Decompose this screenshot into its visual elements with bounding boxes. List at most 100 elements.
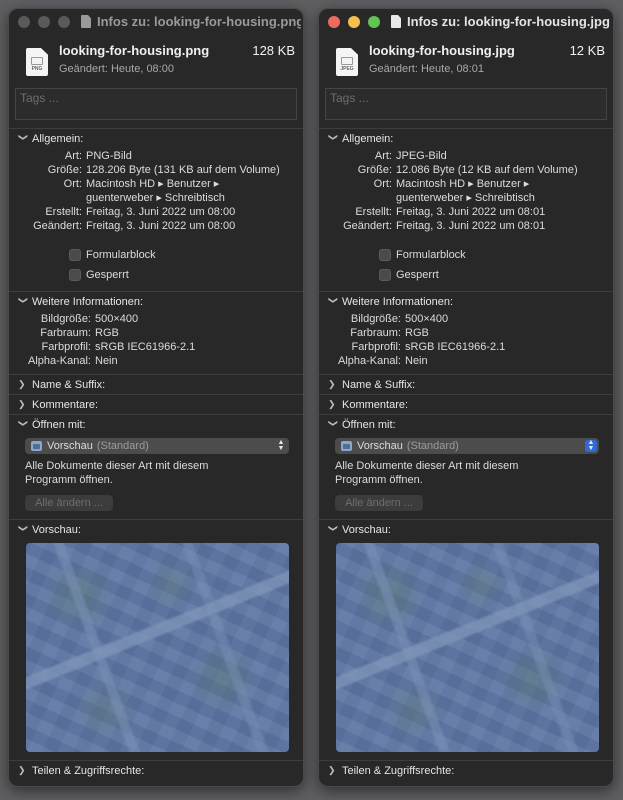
open-with-select[interactable]: Vorschau (Standard) ▲ ▼ xyxy=(25,438,289,454)
preview-app-icon xyxy=(31,441,42,451)
section-preview-toggle[interactable]: ❯ Vorschau: xyxy=(9,520,303,539)
document-icon xyxy=(81,15,91,28)
window-title: Infos zu: looking-for-housing.jpg xyxy=(391,14,611,29)
image-preview xyxy=(336,543,599,752)
value-location: Macintosh HD ▸ Benutzer ▸ xyxy=(86,178,220,190)
value-kind: PNG-Bild xyxy=(86,150,132,162)
open-with-app: Vorschau xyxy=(47,440,93,452)
section-more-info-toggle[interactable]: ❯ Weitere Informationen: xyxy=(9,292,303,311)
value-location: Macintosh HD ▸ Benutzer ▸ xyxy=(396,178,530,190)
section-open-with-title: Öffnen mit: xyxy=(342,418,396,431)
section-general-toggle[interactable]: ❯ Allgemein: xyxy=(319,129,613,148)
value-size: 128.206 Byte (131 KB auf dem Volume) xyxy=(86,164,280,176)
section-sharing-toggle[interactable]: ❯ Teilen & Zugriffsrechte: xyxy=(9,761,303,780)
open-with-description: Alle Dokumente dieser Art mit diesem Pro… xyxy=(335,460,519,486)
value-alpha: Nein xyxy=(405,355,428,367)
section-general-title: Allgemein: xyxy=(32,132,84,145)
zoom-button[interactable] xyxy=(58,16,70,28)
value-modified: Freitag, 3. Juni 2022 um 08:01 xyxy=(396,220,546,232)
minimize-button[interactable] xyxy=(348,16,360,28)
chevron-right-icon: ❯ xyxy=(18,765,26,775)
row-location: Ort: Macintosh HD ▸ Benutzer ▸ xyxy=(9,177,303,191)
locked-label: Gesperrt xyxy=(86,269,129,281)
window-controls xyxy=(18,16,70,28)
more-info: Bildgröße: 500×400 Farbraum: RGB Farbprofi… xyxy=(9,311,303,374)
section-sharing-title: Teilen & Zugriffsrechte: xyxy=(342,764,455,777)
section-preview-title: Vorschau: xyxy=(342,523,391,536)
title-bar[interactable]: Infos zu: looking-for-housing.png xyxy=(9,9,303,35)
section-more-info-toggle[interactable]: ❯ Weitere Informationen: xyxy=(319,292,613,311)
file-modified: Geändert: Heute, 08:01 xyxy=(369,63,484,75)
open-with-select[interactable]: Vorschau (Standard) ▲ ▼ xyxy=(335,438,599,454)
chevron-right-icon: ❯ xyxy=(328,379,336,389)
value-color-space: RGB xyxy=(405,327,429,339)
section-name-suffix-toggle[interactable]: ❯ Name & Suffix: xyxy=(319,375,613,394)
window-title: Infos zu: looking-for-housing.png xyxy=(81,14,301,29)
row-dimensions: Bildgröße: 500×400 xyxy=(9,312,303,326)
section-open-with-toggle[interactable]: ❯ Öffnen mit: xyxy=(319,415,613,434)
window-controls xyxy=(328,16,380,28)
locked-checkbox[interactable] xyxy=(69,269,81,281)
window-title-text: Infos zu: looking-for-housing.jpg xyxy=(407,14,610,29)
stationery-checkbox[interactable] xyxy=(379,249,391,261)
picture-glyph xyxy=(341,57,353,65)
label-size: Größe: xyxy=(357,164,392,176)
image-file-icon: JPEG xyxy=(336,48,358,76)
row-location: Ort: Macintosh HD ▸ Benutzer ▸ xyxy=(319,177,613,191)
value-dimensions: 500×400 xyxy=(405,313,449,325)
title-bar[interactable]: Infos zu: looking-for-housing.jpg xyxy=(319,9,613,35)
locked-checkbox-row[interactable]: Gesperrt xyxy=(319,265,613,285)
change-all-button[interactable]: Alle ändern ... xyxy=(335,495,423,511)
tags-input[interactable]: Tags ... xyxy=(15,88,297,120)
section-open-with-toggle[interactable]: ❯ Öffnen mit: xyxy=(9,415,303,434)
value-created: Freitag, 3. Juni 2022 um 08:00 xyxy=(86,206,236,218)
stationery-checkbox[interactable] xyxy=(69,249,81,261)
row-modified: Geändert: Freitag, 3. Juni 2022 um 08:01 xyxy=(319,219,613,233)
value-created: Freitag, 3. Juni 2022 um 08:01 xyxy=(396,206,546,218)
label-created: Erstellt: xyxy=(45,206,82,218)
image-preview xyxy=(26,543,289,752)
row-color-space: Farbraum: RGB xyxy=(9,326,303,340)
row-location-cont: guenterweber ▸ Schreibtisch xyxy=(9,191,303,205)
value-color-profile: sRGB IEC61966-2.1 xyxy=(95,341,196,353)
tags-input[interactable]: Tags ... xyxy=(325,88,607,120)
document-icon xyxy=(391,15,401,28)
section-preview-toggle[interactable]: ❯ Vorschau: xyxy=(319,520,613,539)
locked-checkbox-row[interactable]: Gesperrt xyxy=(9,265,303,285)
section-more-info-title: Weitere Informationen: xyxy=(342,295,454,308)
close-button[interactable] xyxy=(328,16,340,28)
chevron-down-icon: ❯ xyxy=(328,133,339,142)
label-empty xyxy=(9,191,86,205)
section-name-suffix-toggle[interactable]: ❯ Name & Suffix: xyxy=(9,375,303,394)
value-size: 12.086 Byte (12 KB auf dem Volume) xyxy=(396,164,578,176)
stationery-checkbox-row[interactable]: Formularblock xyxy=(319,245,613,265)
section-comments-toggle[interactable]: ❯ Kommentare: xyxy=(9,395,303,414)
section-comments-title: Kommentare: xyxy=(342,398,409,411)
row-created: Erstellt: Freitag, 3. Juni 2022 um 08:00 xyxy=(9,205,303,219)
close-button[interactable] xyxy=(18,16,30,28)
section-comments-toggle[interactable]: ❯ Kommentare: xyxy=(319,395,613,414)
label-created: Erstellt: xyxy=(355,206,392,218)
label-color-profile: Farbprofil: xyxy=(41,341,91,353)
section-sharing-toggle[interactable]: ❯ Teilen & Zugriffsrechte: xyxy=(319,761,613,780)
row-alpha: Alpha-Kanal: Nein xyxy=(9,354,303,368)
label-color-space: Farbraum: xyxy=(40,327,91,339)
chevron-down-icon: ❯ xyxy=(328,296,339,305)
change-all-button[interactable]: Alle ändern ... xyxy=(25,495,113,511)
chevron-down-icon: ❯ xyxy=(18,296,29,305)
section-general-toggle[interactable]: ❯ Allgemein: xyxy=(9,129,303,148)
label-kind: Art: xyxy=(374,150,392,162)
minimize-button[interactable] xyxy=(38,16,50,28)
value-kind: JPEG-Bild xyxy=(396,150,447,162)
label-location: Ort: xyxy=(373,178,392,190)
stationery-checkbox-row[interactable]: Formularblock xyxy=(9,245,303,265)
popup-stepper-icon: ▲ ▼ xyxy=(277,439,285,452)
row-color-profile: Farbprofil: sRGB IEC61966-2.1 xyxy=(319,340,613,354)
row-color-space: Farbraum: RGB xyxy=(319,326,613,340)
row-dimensions: Bildgröße: 500×400 xyxy=(319,312,613,326)
zoom-button[interactable] xyxy=(368,16,380,28)
row-kind: Art: PNG-Bild xyxy=(9,149,303,163)
file-type-label: JPEG xyxy=(340,66,354,72)
label-dimensions: Bildgröße: xyxy=(40,313,91,325)
locked-checkbox[interactable] xyxy=(379,269,391,281)
